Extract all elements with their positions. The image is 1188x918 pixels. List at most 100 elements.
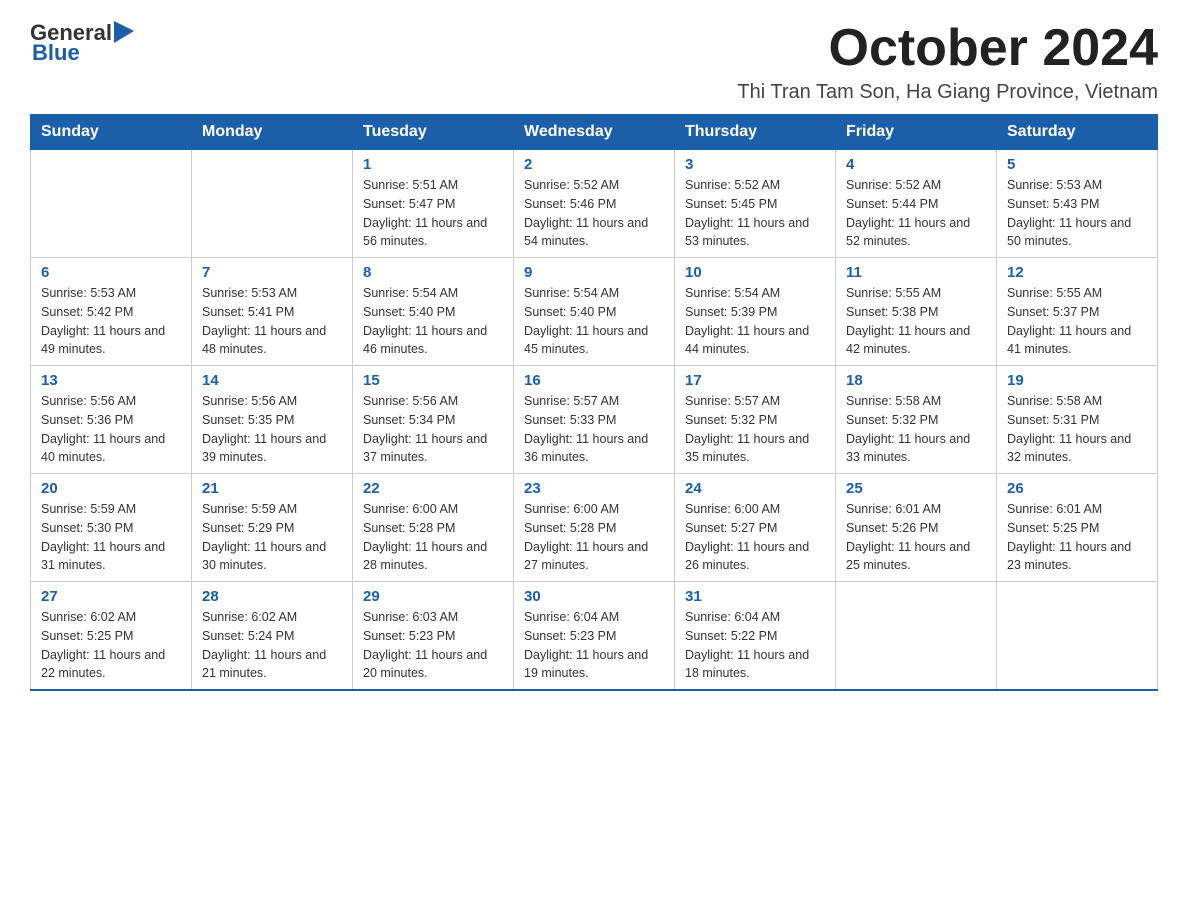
weekday-header-row: SundayMondayTuesdayWednesdayThursdayFrid… xyxy=(31,115,1158,150)
day-cell: 1 Sunrise: 5:51 AMSunset: 5:47 PMDaylight… xyxy=(353,150,514,258)
day-number: 22 xyxy=(363,480,503,497)
day-number: 2 xyxy=(524,156,664,173)
day-cell: 12 Sunrise: 5:55 AMSunset: 5:37 PMDayligh… xyxy=(997,258,1158,366)
day-number: 5 xyxy=(1007,156,1147,173)
day-cell: 22 Sunrise: 6:00 AMSunset: 5:28 PMDayligh… xyxy=(353,474,514,582)
calendar-table: SundayMondayTuesdayWednesdayThursdayFrid… xyxy=(30,114,1158,691)
day-info: Sunrise: 5:53 AMSunset: 5:42 PMDaylight:… xyxy=(41,284,181,359)
day-cell: 14 Sunrise: 5:56 AMSunset: 5:35 PMDayligh… xyxy=(192,366,353,474)
day-cell xyxy=(192,150,353,258)
day-cell: 18 Sunrise: 5:58 AMSunset: 5:32 PMDayligh… xyxy=(836,366,997,474)
day-info: Sunrise: 5:55 AMSunset: 5:38 PMDaylight:… xyxy=(846,284,986,359)
day-info: Sunrise: 6:02 AMSunset: 5:25 PMDaylight:… xyxy=(41,608,181,683)
day-cell: 28Sunrise: 6:02 AMSunset: 5:24 PMDayligh… xyxy=(192,582,353,691)
day-number: 4 xyxy=(846,156,986,173)
day-cell: 17Sunrise: 5:57 AMSunset: 5:32 PMDayligh… xyxy=(675,366,836,474)
day-info: Sunrise: 6:04 AMSunset: 5:22 PMDaylight:… xyxy=(685,608,825,683)
day-cell: 5 Sunrise: 5:53 AMSunset: 5:43 PMDaylight… xyxy=(997,150,1158,258)
day-number: 29 xyxy=(363,588,503,605)
day-info: Sunrise: 5:54 AMSunset: 5:40 PMDaylight:… xyxy=(524,284,664,359)
day-info: Sunrise: 6:02 AMSunset: 5:24 PMDaylight:… xyxy=(202,608,342,683)
day-cell: 31Sunrise: 6:04 AMSunset: 5:22 PMDayligh… xyxy=(675,582,836,691)
day-number: 3 xyxy=(685,156,825,173)
day-info: Sunrise: 6:01 AMSunset: 5:25 PMDaylight:… xyxy=(1007,500,1147,575)
day-info: Sunrise: 5:51 AMSunset: 5:47 PMDaylight:… xyxy=(363,176,503,251)
weekday-header-saturday: Saturday xyxy=(997,115,1158,150)
day-info: Sunrise: 5:52 AMSunset: 5:45 PMDaylight:… xyxy=(685,176,825,251)
logo: General Blue xyxy=(30,20,134,66)
day-number: 15 xyxy=(363,372,503,389)
week-row-5: 27 Sunrise: 6:02 AMSunset: 5:25 PMDayligh… xyxy=(31,582,1158,691)
logo-triangle-icon xyxy=(114,21,134,43)
week-row-3: 13 Sunrise: 5:56 AMSunset: 5:36 PMDayligh… xyxy=(31,366,1158,474)
month-title: October 2024 xyxy=(737,20,1158,77)
day-cell: 11 Sunrise: 5:55 AMSunset: 5:38 PMDayligh… xyxy=(836,258,997,366)
day-info: Sunrise: 5:57 AMSunset: 5:33 PMDaylight:… xyxy=(524,392,664,467)
day-cell: 16 Sunrise: 5:57 AMSunset: 5:33 PMDayligh… xyxy=(514,366,675,474)
day-number: 25 xyxy=(846,480,986,497)
day-number: 14 xyxy=(202,372,342,389)
day-cell: 23Sunrise: 6:00 AMSunset: 5:28 PMDayligh… xyxy=(514,474,675,582)
day-number: 30 xyxy=(524,588,664,605)
weekday-header-sunday: Sunday xyxy=(31,115,192,150)
day-number: 7 xyxy=(202,264,342,281)
day-info: Sunrise: 5:52 AMSunset: 5:46 PMDaylight:… xyxy=(524,176,664,251)
day-cell: 7 Sunrise: 5:53 AMSunset: 5:41 PMDaylight… xyxy=(192,258,353,366)
week-row-2: 6Sunrise: 5:53 AMSunset: 5:42 PMDaylight… xyxy=(31,258,1158,366)
title-section: October 2024 Thi Tran Tam Son, Ha Giang … xyxy=(737,20,1158,104)
day-number: 16 xyxy=(524,372,664,389)
day-cell: 20Sunrise: 5:59 AMSunset: 5:30 PMDayligh… xyxy=(31,474,192,582)
day-info: Sunrise: 5:55 AMSunset: 5:37 PMDaylight:… xyxy=(1007,284,1147,359)
day-info: Sunrise: 5:53 AMSunset: 5:41 PMDaylight:… xyxy=(202,284,342,359)
day-info: Sunrise: 6:00 AMSunset: 5:27 PMDaylight:… xyxy=(685,500,825,575)
logo-blue: Blue xyxy=(32,40,80,66)
weekday-header-friday: Friday xyxy=(836,115,997,150)
day-info: Sunrise: 6:03 AMSunset: 5:23 PMDaylight:… xyxy=(363,608,503,683)
day-info: Sunrise: 5:57 AMSunset: 5:32 PMDaylight:… xyxy=(685,392,825,467)
day-info: Sunrise: 5:56 AMSunset: 5:35 PMDaylight:… xyxy=(202,392,342,467)
day-cell: 3 Sunrise: 5:52 AMSunset: 5:45 PMDaylight… xyxy=(675,150,836,258)
day-number: 12 xyxy=(1007,264,1147,281)
day-info: Sunrise: 5:56 AMSunset: 5:34 PMDaylight:… xyxy=(363,392,503,467)
day-info: Sunrise: 5:54 AMSunset: 5:39 PMDaylight:… xyxy=(685,284,825,359)
day-number: 1 xyxy=(363,156,503,173)
day-info: Sunrise: 6:00 AMSunset: 5:28 PMDaylight:… xyxy=(363,500,503,575)
day-number: 10 xyxy=(685,264,825,281)
day-cell xyxy=(836,582,997,691)
weekday-header-wednesday: Wednesday xyxy=(514,115,675,150)
day-cell: 26Sunrise: 6:01 AMSunset: 5:25 PMDayligh… xyxy=(997,474,1158,582)
day-info: Sunrise: 5:56 AMSunset: 5:36 PMDaylight:… xyxy=(41,392,181,467)
day-cell: 4 Sunrise: 5:52 AMSunset: 5:44 PMDaylight… xyxy=(836,150,997,258)
day-number: 11 xyxy=(846,264,986,281)
day-number: 8 xyxy=(363,264,503,281)
day-cell: 29 Sunrise: 6:03 AMSunset: 5:23 PMDayligh… xyxy=(353,582,514,691)
day-cell: 21Sunrise: 5:59 AMSunset: 5:29 PMDayligh… xyxy=(192,474,353,582)
weekday-header-monday: Monday xyxy=(192,115,353,150)
day-cell: 9 Sunrise: 5:54 AMSunset: 5:40 PMDaylight… xyxy=(514,258,675,366)
day-number: 13 xyxy=(41,372,181,389)
weekday-header-thursday: Thursday xyxy=(675,115,836,150)
day-cell: 6Sunrise: 5:53 AMSunset: 5:42 PMDaylight… xyxy=(31,258,192,366)
day-cell: 19Sunrise: 5:58 AMSunset: 5:31 PMDayligh… xyxy=(997,366,1158,474)
day-info: Sunrise: 5:52 AMSunset: 5:44 PMDaylight:… xyxy=(846,176,986,251)
day-number: 18 xyxy=(846,372,986,389)
header: General Blue October 2024 Thi Tran Tam S… xyxy=(30,20,1158,104)
day-info: Sunrise: 5:54 AMSunset: 5:40 PMDaylight:… xyxy=(363,284,503,359)
day-cell: 13 Sunrise: 5:56 AMSunset: 5:36 PMDayligh… xyxy=(31,366,192,474)
day-cell xyxy=(31,150,192,258)
day-info: Sunrise: 5:53 AMSunset: 5:43 PMDaylight:… xyxy=(1007,176,1147,251)
weekday-header-tuesday: Tuesday xyxy=(353,115,514,150)
day-number: 9 xyxy=(524,264,664,281)
location-title: Thi Tran Tam Son, Ha Giang Province, Vie… xyxy=(737,81,1158,104)
day-cell: 30Sunrise: 6:04 AMSunset: 5:23 PMDayligh… xyxy=(514,582,675,691)
day-cell xyxy=(997,582,1158,691)
day-info: Sunrise: 6:01 AMSunset: 5:26 PMDaylight:… xyxy=(846,500,986,575)
day-number: 20 xyxy=(41,480,181,497)
day-number: 19 xyxy=(1007,372,1147,389)
day-cell: 25 Sunrise: 6:01 AMSunset: 5:26 PMDayligh… xyxy=(836,474,997,582)
week-row-1: 1 Sunrise: 5:51 AMSunset: 5:47 PMDaylight… xyxy=(31,150,1158,258)
day-info: Sunrise: 5:58 AMSunset: 5:32 PMDaylight:… xyxy=(846,392,986,467)
day-info: Sunrise: 5:59 AMSunset: 5:29 PMDaylight:… xyxy=(202,500,342,575)
day-number: 27 xyxy=(41,588,181,605)
day-cell: 8 Sunrise: 5:54 AMSunset: 5:40 PMDaylight… xyxy=(353,258,514,366)
